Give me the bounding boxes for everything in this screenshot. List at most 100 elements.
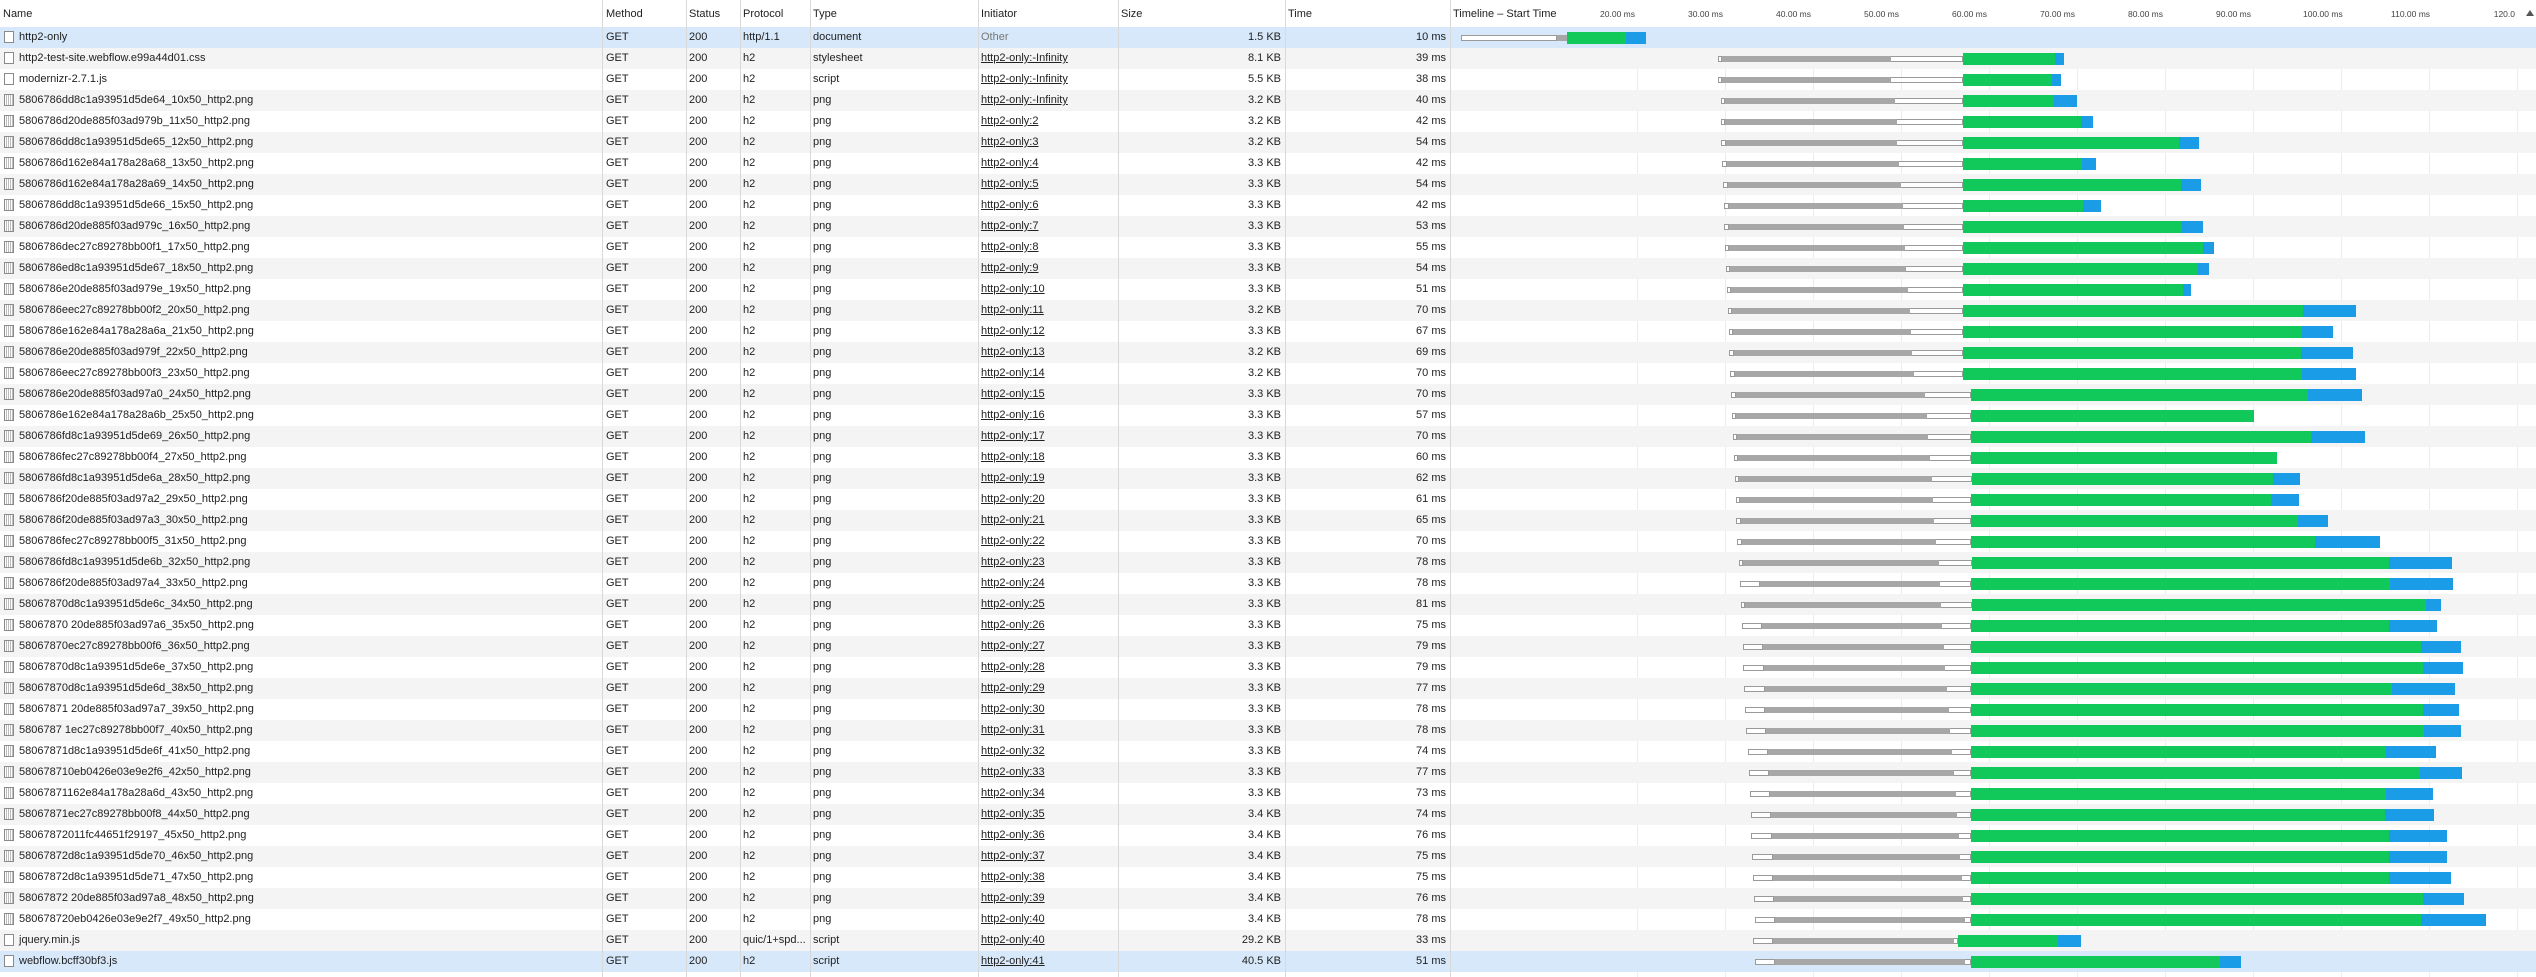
waterfall-download-segment[interactable] [2385, 808, 2435, 821]
table-row[interactable]: 58067870d8c1a93951d5de6e_37x50_http2.png… [0, 657, 2536, 678]
table-row[interactable]: 5806786dd8c1a93951d5de65_12x50_http2.png… [0, 132, 2536, 153]
waterfall-receiving-segment[interactable] [1971, 955, 2220, 968]
waterfall-receiving-segment[interactable] [1971, 829, 2390, 842]
waterfall-receiving-segment[interactable] [1962, 178, 2181, 191]
waterfall-receiving-segment[interactable] [1972, 598, 2427, 611]
waterfall-waiting-segment[interactable] [1732, 307, 1910, 314]
table-row[interactable]: 5806786d162e84a178a28a68_13x50_http2.png… [0, 153, 2536, 174]
table-row[interactable]: 5806786dec27c89278bb00f1_17x50_http2.png… [0, 237, 2536, 258]
table-row[interactable]: 5806786d162e84a178a28a69_14x50_http2.png… [0, 174, 2536, 195]
waterfall-download-segment[interactable] [2389, 871, 2451, 884]
waterfall-download-segment[interactable] [2183, 283, 2192, 296]
waterfall-download-segment[interactable] [2308, 388, 2363, 401]
waterfall-download-segment[interactable] [2422, 661, 2464, 674]
table-row[interactable]: 58067872011fc44651f29197_45x50_http2.png… [0, 825, 2536, 846]
table-row[interactable]: http2-test-site.webflow.e99a44d01.css GET… [0, 48, 2536, 69]
table-row[interactable]: 58067871d8c1a93951d5de6f_41x50_http2.png… [0, 741, 2536, 762]
request-initiator[interactable]: http2-only:4 [978, 153, 1118, 174]
waterfall-receiving-segment[interactable] [1971, 514, 2298, 527]
waterfall-download-segment[interactable] [2392, 682, 2456, 695]
waterfall-stalled-segment[interactable] [1936, 538, 1972, 545]
request-initiator[interactable]: http2-only:27 [978, 636, 1118, 657]
waterfall-receiving-segment[interactable] [1972, 556, 2390, 569]
table-row[interactable]: 5806786fec27c89278bb00f5_31x50_http2.png… [0, 531, 2536, 552]
table-row[interactable]: 580678710eb0426e03e9e2f6_42x50_http2.png… [0, 762, 2536, 783]
request-initiator[interactable]: http2-only:-Infinity [978, 48, 1118, 69]
waterfall-stalled-segment[interactable] [1906, 265, 1963, 272]
waterfall-receiving-segment[interactable] [1971, 913, 2422, 926]
waterfall-stalled-segment[interactable] [1955, 790, 1972, 797]
waterfall-waiting-segment[interactable] [1731, 286, 1909, 293]
waterfall-stalled-segment[interactable] [1908, 286, 1963, 293]
request-initiator[interactable]: http2-only:24 [978, 573, 1118, 594]
table-row[interactable]: 58067870 20de885f03ad97a6_35x50_http2.pn… [0, 615, 2536, 636]
waterfall-waiting-segment[interactable] [1745, 601, 1942, 608]
table-row[interactable]: 5806786e20de885f03ad97a0_24x50_http2.png… [0, 384, 2536, 405]
waterfall-stalled-segment[interactable] [1899, 160, 1963, 167]
waterfall-stalled-segment[interactable] [1891, 55, 1963, 62]
waterfall-download-segment[interactable] [2422, 703, 2459, 716]
request-initiator[interactable]: http2-only:-Infinity [978, 69, 1118, 90]
waterfall-queued-segment[interactable] [1754, 895, 1775, 902]
request-initiator[interactable]: http2-only:41 [978, 951, 1118, 972]
request-initiator[interactable]: http2-only:14 [978, 363, 1118, 384]
request-initiator[interactable]: http2-only:3 [978, 132, 1118, 153]
waterfall-waiting-segment[interactable] [1773, 874, 1962, 881]
waterfall-receiving-segment[interactable] [1962, 241, 2203, 254]
waterfall-waiting-segment[interactable] [1739, 475, 1932, 482]
column-header-status[interactable]: Status [686, 0, 740, 27]
waterfall-download-segment[interactable] [2083, 199, 2101, 212]
column-header-size[interactable]: Size [1118, 0, 1285, 27]
waterfall-stalled-segment[interactable] [1950, 727, 1972, 734]
waterfall-waiting-segment[interactable] [1737, 433, 1929, 440]
request-initiator[interactable]: http2-only:19 [978, 468, 1118, 489]
waterfall-download-segment[interactable] [2080, 115, 2093, 128]
waterfall-waiting-segment[interactable] [1770, 811, 1958, 818]
table-row[interactable]: modernizr-2.7.1.js GET 200 h2 script http2-on… [0, 69, 2536, 90]
waterfall-waiting-segment[interactable] [1772, 853, 1960, 860]
waterfall-receiving-segment[interactable] [1971, 409, 2254, 422]
waterfall-waiting-segment[interactable] [1734, 370, 1915, 377]
waterfall-receiving-segment[interactable] [1970, 682, 2393, 695]
column-header-initiator[interactable]: Initiator [978, 0, 1118, 27]
table-row[interactable]: 5806786eec27c89278bb00f3_23x50_http2.png… [0, 363, 2536, 384]
waterfall-receiving-segment[interactable] [1972, 472, 2274, 485]
waterfall-waiting-segment[interactable] [1733, 349, 1913, 356]
waterfall-receiving-segment[interactable] [1971, 850, 2390, 863]
waterfall-stalled-segment[interactable] [1948, 706, 1971, 713]
column-divider[interactable] [1450, 0, 1451, 977]
waterfall-stalled-segment[interactable] [1934, 517, 1972, 524]
waterfall-download-segment[interactable] [2389, 829, 2448, 842]
waterfall-queued-segment[interactable] [1753, 874, 1774, 881]
table-row[interactable]: webflow.bcff30bf3.js GET 200 h2 script http2-… [0, 951, 2536, 972]
waterfall-receiving-segment[interactable] [1971, 808, 2385, 821]
column-header-protocol[interactable]: Protocol [740, 0, 810, 27]
waterfall-queued-segment[interactable] [1744, 685, 1765, 692]
column-divider[interactable] [602, 0, 603, 977]
table-row[interactable]: 580678720eb0426e03e9e2f7_49x50_http2.png… [0, 909, 2536, 930]
waterfall-queued-segment[interactable] [1754, 916, 1776, 923]
waterfall-waiting-segment[interactable] [1773, 937, 1954, 944]
waterfall-waiting-segment[interactable] [1741, 538, 1937, 545]
request-initiator[interactable]: http2-only:33 [978, 762, 1118, 783]
table-row[interactable]: 58067872 20de885f03ad97a8_48x50_http2.pn… [0, 888, 2536, 909]
column-divider[interactable] [740, 0, 741, 977]
waterfall-download-segment[interactable] [2302, 325, 2334, 338]
waterfall-download-segment[interactable] [2054, 94, 2077, 107]
waterfall-queued-segment[interactable] [1753, 937, 1774, 944]
waterfall-stalled-segment[interactable] [1891, 76, 1963, 83]
waterfall-download-segment[interactable] [1626, 31, 1646, 44]
waterfall-download-segment[interactable] [2388, 619, 2437, 632]
waterfall-stalled-segment[interactable] [1945, 664, 1971, 671]
waterfall-download-segment[interactable] [2422, 892, 2465, 905]
request-initiator[interactable]: http2-only:39 [978, 888, 1118, 909]
waterfall-download-segment[interactable] [2311, 430, 2365, 443]
table-row[interactable]: http2-only GET 200 http/1.1 document Other 1.5… [0, 27, 2536, 48]
waterfall-stalled-segment[interactable] [1939, 580, 1972, 587]
waterfall-receiving-segment[interactable] [1962, 136, 2180, 149]
waterfall-receiving-segment[interactable] [1971, 766, 2421, 779]
table-row[interactable]: 58067870ec27c89278bb00f6_36x50_http2.png… [0, 636, 2536, 657]
waterfall-receiving-segment[interactable] [1971, 871, 2390, 884]
waterfall-download-segment[interactable] [2390, 577, 2453, 590]
waterfall-waiting-segment[interactable] [1761, 622, 1943, 629]
